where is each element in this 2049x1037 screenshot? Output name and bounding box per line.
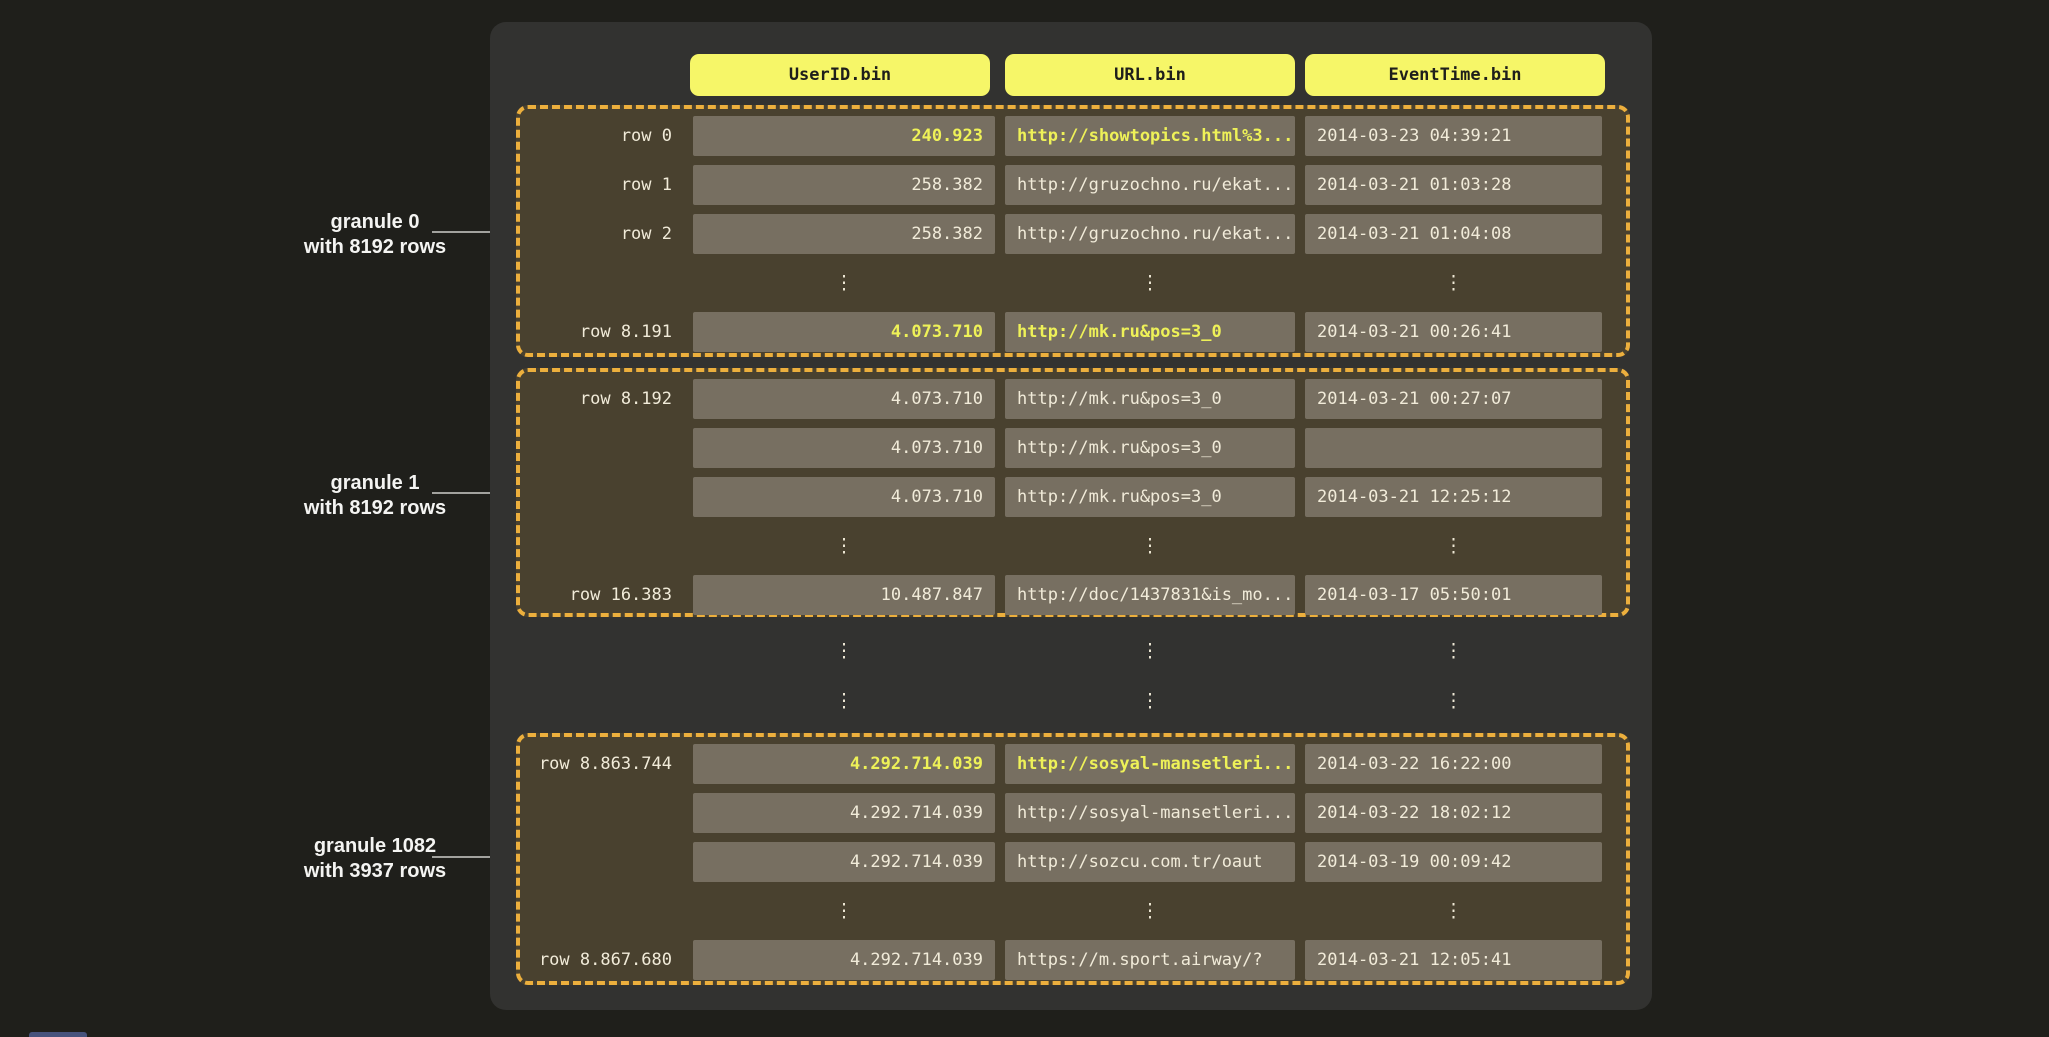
vertical-ellipsis-icon: ⋮	[1005, 627, 1295, 676]
table-row: row 8.863.744 4.292.714.039http://sosyal-…	[520, 740, 1626, 789]
url-cell: http://sozcu.com.tr/oaut	[1005, 842, 1295, 882]
column-header-userid-bin: UserID.bin	[690, 54, 990, 96]
eventtime-cell	[1305, 428, 1602, 468]
table-row: row 1 258.382http://gruzochno.ru/ekat...2…	[520, 161, 1626, 210]
userid-cell: 4.073.710	[693, 312, 995, 352]
row-label: row 1	[520, 161, 672, 210]
vertical-ellipsis-icon: ⋮	[1005, 677, 1295, 726]
granule-1-rowcount: with 8192 rows	[245, 496, 505, 521]
table-row: row 8.191 4.073.710http://mk.ru&pos=3_020…	[520, 308, 1626, 357]
granule-1-box: row 8.1924.073.710http://mk.ru&pos=3_020…	[516, 368, 1630, 617]
vertical-ellipsis-icon: ⋮	[693, 887, 995, 936]
url-cell: http://gruzochno.ru/ekat...	[1005, 165, 1295, 205]
url-cell: https://m.sport.airway/?	[1005, 940, 1295, 980]
row-label: row 8.863.744	[520, 740, 672, 789]
vertical-ellipsis-icon: ⋮	[693, 627, 995, 676]
granule-ellipsis-row: ⋮⋮⋮	[520, 259, 1626, 308]
eventtime-cell: 2014-03-21 01:04:08	[1305, 214, 1602, 254]
eventtime-cell: 2014-03-22 16:22:00	[1305, 744, 1602, 784]
userid-cell: 4.292.714.039	[693, 842, 995, 882]
vertical-ellipsis-icon: ⋮	[693, 522, 995, 571]
table-row: row 8.192 4.073.710http://mk.ru&pos=3_020…	[520, 375, 1626, 424]
table-row: 4.073.710http://mk.ru&pos=3_02014-03-21 …	[520, 473, 1626, 522]
url-cell: http://showtopics.html%3...	[1005, 116, 1295, 156]
eventtime-cell: 2014-03-21 12:25:12	[1305, 477, 1602, 517]
vertical-ellipsis-icon: ⋮	[1305, 677, 1602, 726]
vertical-ellipsis-icon: ⋮	[1305, 522, 1602, 571]
granule-ellipsis-row: ⋮⋮⋮	[520, 522, 1626, 571]
table-row: 4.073.710http://mk.ru&pos=3_0	[520, 424, 1626, 473]
granule-ellipsis-row: ⋮⋮⋮	[520, 887, 1626, 936]
table-row: row 8.867.680 4.292.714.039https://m.spor…	[520, 936, 1626, 985]
column-files-panel: UserID.bin URL.bin EventTime.bin row 0 24…	[490, 22, 1652, 1010]
url-cell: http://mk.ru&pos=3_0	[1005, 312, 1295, 352]
eventtime-cell: 2014-03-21 01:03:28	[1305, 165, 1602, 205]
userid-cell: 258.382	[693, 165, 995, 205]
eventtime-cell: 2014-03-21 00:26:41	[1305, 312, 1602, 352]
bottom-edge-blue-sliver	[29, 1032, 87, 1037]
url-cell: http://mk.ru&pos=3_0	[1005, 477, 1295, 517]
row-label: row 16.383	[520, 571, 672, 620]
vertical-ellipsis-icon: ⋮	[1305, 259, 1602, 308]
userid-cell: 258.382	[693, 214, 995, 254]
granule-0-box: row 0240.923http://showtopics.html%3...2…	[516, 105, 1630, 357]
row-label: row 2	[520, 210, 672, 259]
between-granules-ellipsis-row: ⋮⋮⋮	[520, 627, 1630, 676]
userid-cell: 4.292.714.039	[693, 744, 995, 784]
vertical-ellipsis-icon: ⋮	[1005, 887, 1295, 936]
eventtime-cell: 2014-03-19 00:09:42	[1305, 842, 1602, 882]
eventtime-cell: 2014-03-22 18:02:12	[1305, 793, 1602, 833]
table-row: 4.292.714.039http://sozcu.com.tr/oaut201…	[520, 838, 1626, 887]
table-row: 4.292.714.039http://sosyal-mansetleri...…	[520, 789, 1626, 838]
between-granules-ellipsis: ⋮⋮⋮	[520, 677, 1630, 726]
column-header-eventtime-bin: EventTime.bin	[1305, 54, 1605, 96]
table-row: row 0 240.923http://showtopics.html%3...2…	[520, 112, 1626, 161]
userid-cell: 240.923	[693, 116, 995, 156]
vertical-ellipsis-icon: ⋮	[1005, 522, 1295, 571]
eventtime-cell: 2014-03-21 00:27:07	[1305, 379, 1602, 419]
granules-diagram: granule 0 with 8192 rows granule 1 with …	[0, 0, 2049, 1037]
table-row: row 16.383 10.487.847http://doc/1437831&i…	[520, 571, 1626, 620]
url-cell: http://sosyal-mansetleri...	[1005, 793, 1295, 833]
row-label: row 0	[520, 112, 672, 161]
vertical-ellipsis-icon: ⋮	[693, 677, 995, 726]
url-cell: http://gruzochno.ru/ekat...	[1005, 214, 1295, 254]
eventtime-cell: 2014-03-23 04:39:21	[1305, 116, 1602, 156]
userid-cell: 10.487.847	[693, 575, 995, 615]
vertical-ellipsis-icon: ⋮	[1305, 887, 1602, 936]
userid-cell: 4.073.710	[693, 428, 995, 468]
eventtime-cell: 2014-03-17 05:50:01	[1305, 575, 1602, 615]
table-row: row 2 258.382http://gruzochno.ru/ekat...2…	[520, 210, 1626, 259]
granule-1082-box: row 8.863.7444.292.714.039http://sosyal-…	[516, 733, 1630, 985]
vertical-ellipsis-icon: ⋮	[1005, 259, 1295, 308]
userid-cell: 4.292.714.039	[693, 940, 995, 980]
url-cell: http://mk.ru&pos=3_0	[1005, 379, 1295, 419]
userid-cell: 4.073.710	[693, 477, 995, 517]
userid-cell: 4.292.714.039	[693, 793, 995, 833]
row-label: row 8.867.680	[520, 936, 672, 985]
between-granules-ellipsis: ⋮⋮⋮	[520, 627, 1630, 676]
row-label: row 8.191	[520, 308, 672, 357]
eventtime-cell: 2014-03-21 12:05:41	[1305, 940, 1602, 980]
row-label: row 8.192	[520, 375, 672, 424]
between-granules-ellipsis-row: ⋮⋮⋮	[520, 677, 1630, 726]
userid-cell: 4.073.710	[693, 379, 995, 419]
vertical-ellipsis-icon: ⋮	[693, 259, 995, 308]
vertical-ellipsis-icon: ⋮	[1305, 627, 1602, 676]
url-cell: http://mk.ru&pos=3_0	[1005, 428, 1295, 468]
granule-0-rowcount: with 8192 rows	[245, 235, 505, 260]
url-cell: http://sosyal-mansetleri...	[1005, 744, 1295, 784]
column-header-url-bin: URL.bin	[1005, 54, 1295, 96]
url-cell: http://doc/1437831&is_mo...	[1005, 575, 1295, 615]
